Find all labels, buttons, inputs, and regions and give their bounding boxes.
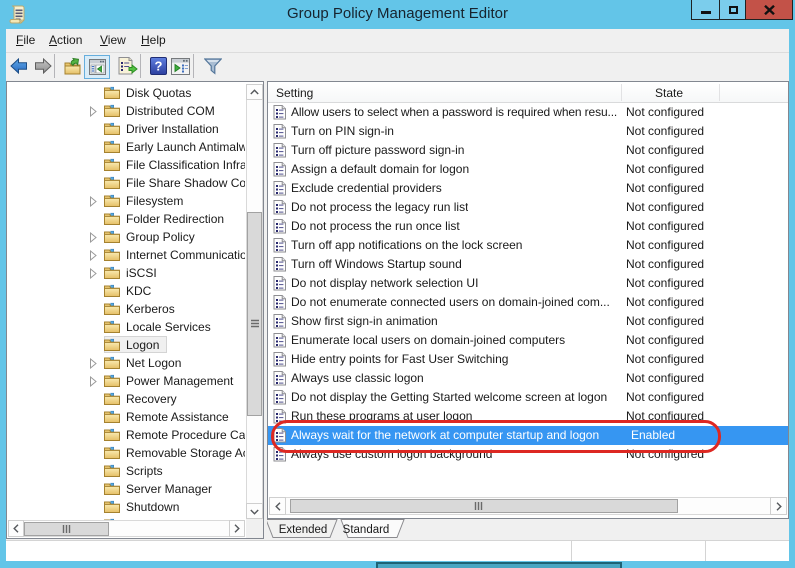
svg-text:Standard: Standard bbox=[343, 524, 390, 536]
svg-text:Extended: Extended bbox=[279, 524, 328, 536]
svg-text:?: ? bbox=[155, 59, 163, 74]
